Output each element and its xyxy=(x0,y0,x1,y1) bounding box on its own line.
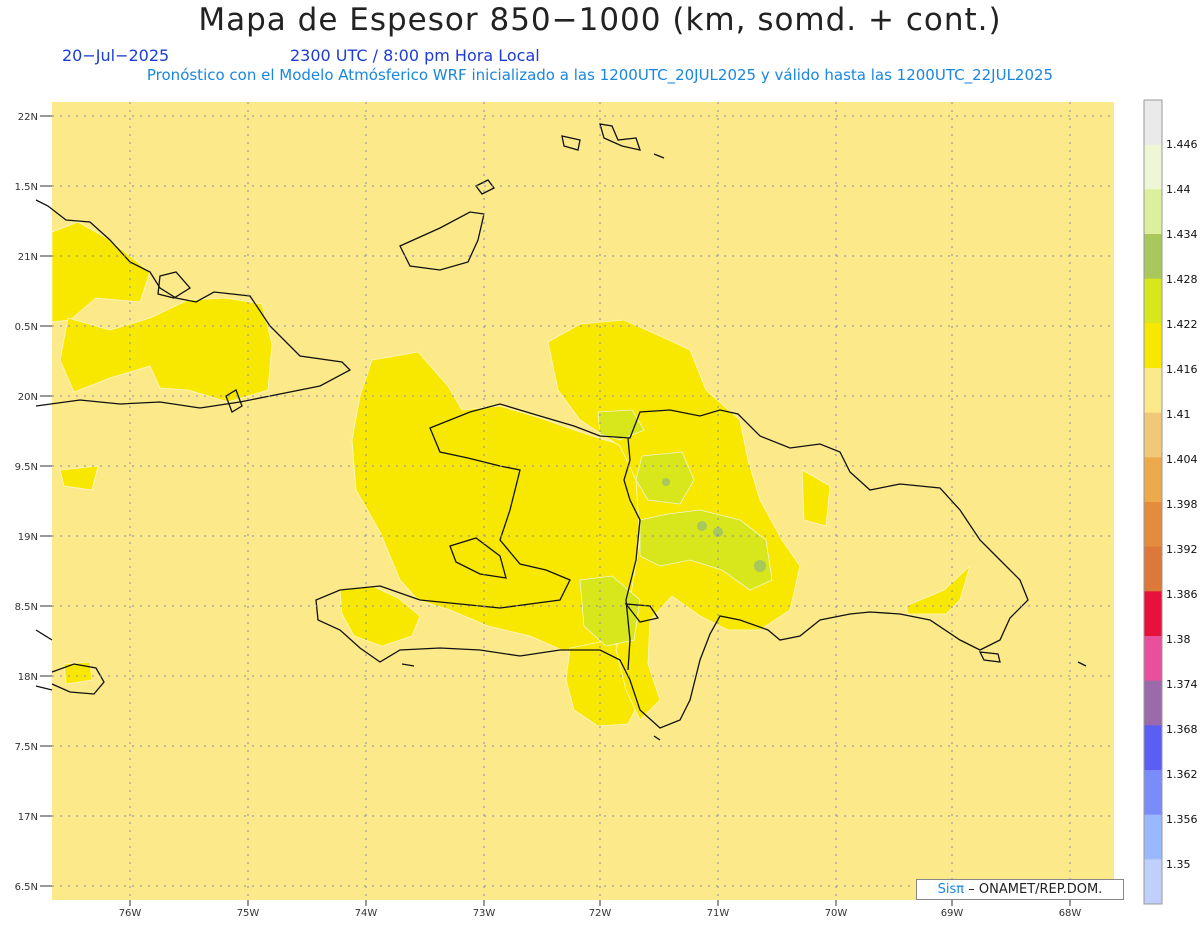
legend-swatch xyxy=(1144,457,1162,503)
legend-swatch xyxy=(1144,725,1162,771)
lat-label: 9.5N xyxy=(15,462,38,473)
legend-labels: 1.446 1.44 1.434 1.428 1.422 1.416 1.41 … xyxy=(1166,138,1198,871)
legend-swatch xyxy=(1144,680,1162,726)
legend-swatch xyxy=(1144,100,1162,146)
legend-swatch xyxy=(1144,859,1162,905)
legend-label: 1.38 xyxy=(1166,633,1191,646)
lon-label: 70W xyxy=(825,908,848,919)
legend-swatch xyxy=(1144,546,1162,592)
legend-swatch xyxy=(1144,591,1162,637)
lat-label: 7.5N xyxy=(15,742,38,753)
lat-label: 18N xyxy=(18,672,38,683)
credit-logo: Sisπ xyxy=(937,882,965,897)
legend-label: 1.398 xyxy=(1166,498,1198,511)
legend-swatch xyxy=(1144,278,1162,324)
credit-box: Sisπ – ONAMET/REP.DOM. xyxy=(916,879,1124,900)
lon-label: 75W xyxy=(237,908,260,919)
legend-swatch xyxy=(1144,636,1162,682)
legend-label: 1.422 xyxy=(1166,318,1198,331)
legend-label: 1.362 xyxy=(1166,768,1198,781)
legend-swatch xyxy=(1144,189,1162,235)
lon-label: 69W xyxy=(941,908,964,919)
legend-swatch xyxy=(1144,814,1162,860)
legend-label: 1.428 xyxy=(1166,273,1198,286)
legend-label: 1.434 xyxy=(1166,228,1198,241)
legend-swatch xyxy=(1144,323,1162,369)
legend-label: 1.368 xyxy=(1166,723,1198,736)
legend-label: 1.374 xyxy=(1166,678,1198,691)
lon-labels: 76W 75W 74W 73W 72W 71W 70W 69W 68W xyxy=(119,908,1082,919)
legend-swatch xyxy=(1144,368,1162,414)
color-legend xyxy=(1143,99,1163,905)
lon-label: 73W xyxy=(473,908,496,919)
lon-label: 74W xyxy=(355,908,378,919)
lat-label: 1.5N xyxy=(15,182,38,193)
lon-label: 72W xyxy=(589,908,612,919)
lon-label: 76W xyxy=(119,908,142,919)
lon-ticks xyxy=(129,900,1071,906)
lat-label: 0.5N xyxy=(15,322,38,333)
legend-swatch xyxy=(1144,234,1162,280)
legend-label: 1.404 xyxy=(1166,453,1198,466)
lat-label: 22N xyxy=(18,112,38,123)
legend-swatch xyxy=(1144,502,1162,548)
legend-swatch xyxy=(1144,770,1162,816)
thickness-map: 22N 1.5N 21N 0.5N 20N 9.5N 19N 8.5N 18N … xyxy=(15,99,1198,919)
legend-label: 1.44 xyxy=(1166,183,1191,196)
lat-label: 6.5N xyxy=(15,882,38,893)
credit-text: – ONAMET/REP.DOM. xyxy=(968,882,1103,897)
lat-label: 17N xyxy=(18,812,38,823)
legend-label: 1.416 xyxy=(1166,363,1198,376)
legend-swatch xyxy=(1144,412,1162,458)
lat-ticks xyxy=(40,115,52,887)
lat-label: 8.5N xyxy=(15,602,38,613)
lat-label: 21N xyxy=(18,252,38,263)
lat-label: 20N xyxy=(18,392,38,403)
legend-label: 1.35 xyxy=(1166,858,1191,871)
legend-label: 1.386 xyxy=(1166,588,1198,601)
lon-label: 71W xyxy=(707,908,730,919)
lat-label: 19N xyxy=(18,532,38,543)
legend-label: 1.356 xyxy=(1166,813,1198,826)
legend-label: 1.392 xyxy=(1166,543,1198,556)
legend-label: 1.41 xyxy=(1166,408,1191,421)
lon-label: 68W xyxy=(1059,908,1082,919)
legend-label: 1.446 xyxy=(1166,138,1198,151)
lat-labels: 22N 1.5N 21N 0.5N 20N 9.5N 19N 8.5N 18N … xyxy=(15,112,38,893)
legend-swatch xyxy=(1144,144,1162,190)
